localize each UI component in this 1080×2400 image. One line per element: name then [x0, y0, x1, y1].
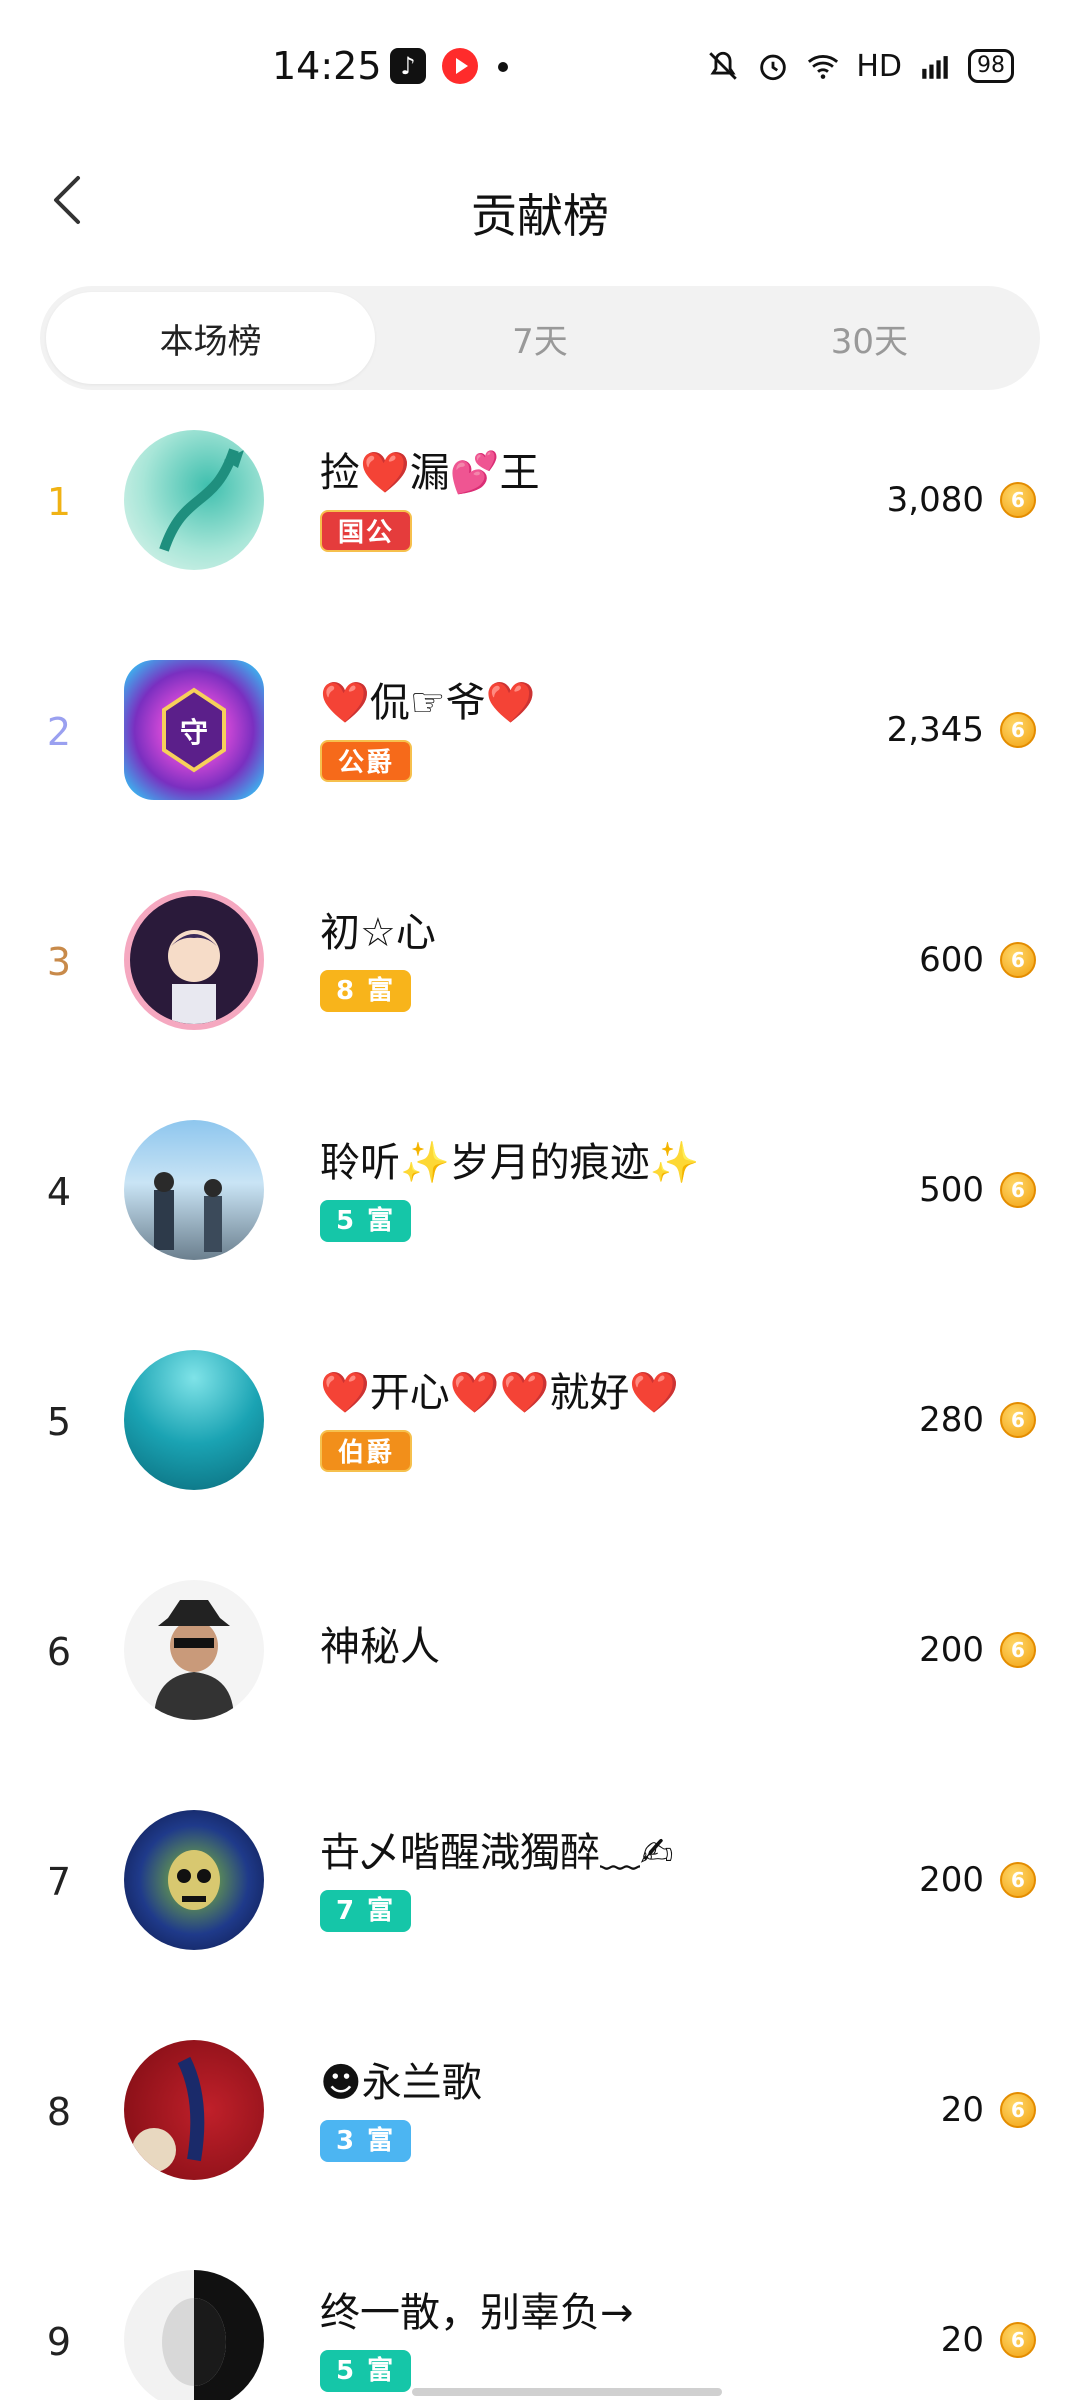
contribution-score: 20 [940, 2090, 984, 2130]
rank-number: 5 [46, 1400, 72, 1444]
coin-icon: 6 [1000, 1862, 1036, 1898]
coin-icon: 6 [1000, 1402, 1036, 1438]
status-icons: HD 98 [706, 44, 1014, 88]
list-item[interactable]: 7 卋乄喈醒渽獨醉﹏✍ 7 富 200 6 [0, 1790, 1080, 2020]
status-time: 14:25 [272, 44, 382, 88]
avatar[interactable]: 守 [124, 660, 264, 800]
rank-number: 4 [46, 1170, 72, 1214]
avatar[interactable] [124, 1120, 264, 1260]
rank-title-badge: 伯爵 [320, 1430, 413, 1472]
rank-title-badge: 国公 [320, 510, 413, 552]
rank-number: 8 [46, 2090, 72, 2134]
video-app-icon [442, 48, 478, 84]
list-item[interactable]: 6 神秘人 200 6 [0, 1560, 1080, 1790]
avatar[interactable] [124, 2040, 264, 2180]
coin-icon: 6 [1000, 482, 1036, 518]
tab-7-days[interactable]: 7天 [375, 292, 704, 384]
coin-icon: 6 [1000, 942, 1036, 978]
rank-title-badge: 公爵 [320, 740, 413, 782]
list-item[interactable]: 3 初☆心 8 富 600 6 [0, 870, 1080, 1100]
avatar[interactable] [124, 1350, 264, 1490]
user-name: 卋乄喈醒渽獨醉﹏✍ [320, 1830, 674, 1876]
battery-indicator: 98 [968, 49, 1014, 83]
contribution-score: 20 [940, 2320, 984, 2360]
list-item[interactable]: 9 终一散，别辜负→ 5 富 20 6 [0, 2250, 1080, 2400]
rank-number: 6 [46, 1630, 72, 1674]
user-name: ❤️侃☞爷❤️ [320, 680, 536, 726]
list-item[interactable]: 4 聆听✨岁月的痕迹✨ 5 富 500 6 [0, 1100, 1080, 1330]
avatar[interactable] [124, 2270, 264, 2400]
user-name: 神秘人 [320, 1624, 440, 1670]
contribution-score: 200 [919, 1630, 984, 1670]
bell-muted-icon [709, 51, 738, 80]
alarm-icon [760, 54, 787, 81]
list-item[interactable]: 1 捡❤️漏💕王 国公 3,080 6 [0, 410, 1080, 640]
rank-number: 7 [46, 1860, 72, 1904]
wealth-level-badge: 5 富 [320, 1200, 412, 1242]
tiktok-icon: ♪ [390, 48, 426, 84]
coin-icon: 6 [1000, 1172, 1036, 1208]
rank-number: 2 [46, 710, 72, 754]
user-name: 聆听✨岁月的痕迹✨ [320, 1140, 700, 1186]
tab-30-days[interactable]: 30天 [705, 292, 1034, 384]
wealth-level-badge: 5 富 [320, 2350, 412, 2392]
tab-current-session[interactable]: 本场榜 [46, 292, 376, 384]
user-name: 捡❤️漏💕王 [320, 450, 540, 496]
ranking-tabs: 本场榜 7天 30天 [40, 286, 1040, 390]
contribution-list: 1 捡❤️漏💕王 国公 3,080 6 2 守 ❤️侃☞爷❤️ 公爵 2,345… [0, 410, 1080, 2400]
svg-text:守: 守 [180, 716, 208, 749]
coin-icon: 6 [1000, 2092, 1036, 2128]
avatar-anonymous[interactable] [124, 1580, 264, 1720]
user-name: 终一散，别辜负→ [320, 2290, 634, 2336]
contribution-score: 280 [919, 1400, 984, 1440]
coin-icon: 6 [1000, 712, 1036, 748]
contribution-score: 600 [919, 940, 984, 980]
user-name: ☻永兰歌 [320, 2060, 482, 2106]
list-item[interactable]: 5 ❤️开心❤️❤️就好❤️ 伯爵 280 6 [0, 1330, 1080, 1560]
coin-icon: 6 [1000, 2322, 1036, 2358]
wifi-icon [808, 55, 839, 79]
rank-number: 3 [46, 940, 72, 984]
avatar[interactable] [124, 890, 264, 1030]
rank-number: 9 [46, 2320, 72, 2364]
home-indicator [412, 2388, 722, 2396]
wealth-level-badge: 3 富 [320, 2120, 412, 2162]
contribution-score: 500 [919, 1170, 984, 1210]
notification-dot-icon [498, 62, 508, 72]
avatar[interactable] [124, 430, 264, 570]
contribution-score: 3,080 [886, 480, 984, 520]
rank-number: 1 [46, 480, 72, 524]
contribution-score: 200 [919, 1860, 984, 1900]
wealth-level-badge: 8 富 [320, 970, 412, 1012]
list-item[interactable]: 8 ☻永兰歌 3 富 20 6 [0, 2020, 1080, 2250]
page-title: 贡献榜 [471, 189, 609, 243]
contribution-score: 2,345 [886, 710, 984, 750]
wealth-level-badge: 7 富 [320, 1890, 412, 1932]
list-item[interactable]: 2 守 ❤️侃☞爷❤️ 公爵 2,345 6 [0, 640, 1080, 870]
coin-icon: 6 [1000, 1632, 1036, 1668]
user-name: 初☆心 [320, 910, 436, 956]
user-name: ❤️开心❤️❤️就好❤️ [320, 1370, 680, 1416]
network-hd-label: HD [856, 48, 902, 84]
signal-icon [922, 56, 948, 79]
status-bar: 14:25 ♪ HD 98 [0, 0, 1080, 140]
header: 贡献榜 [0, 140, 1080, 290]
avatar[interactable] [124, 1810, 264, 1950]
